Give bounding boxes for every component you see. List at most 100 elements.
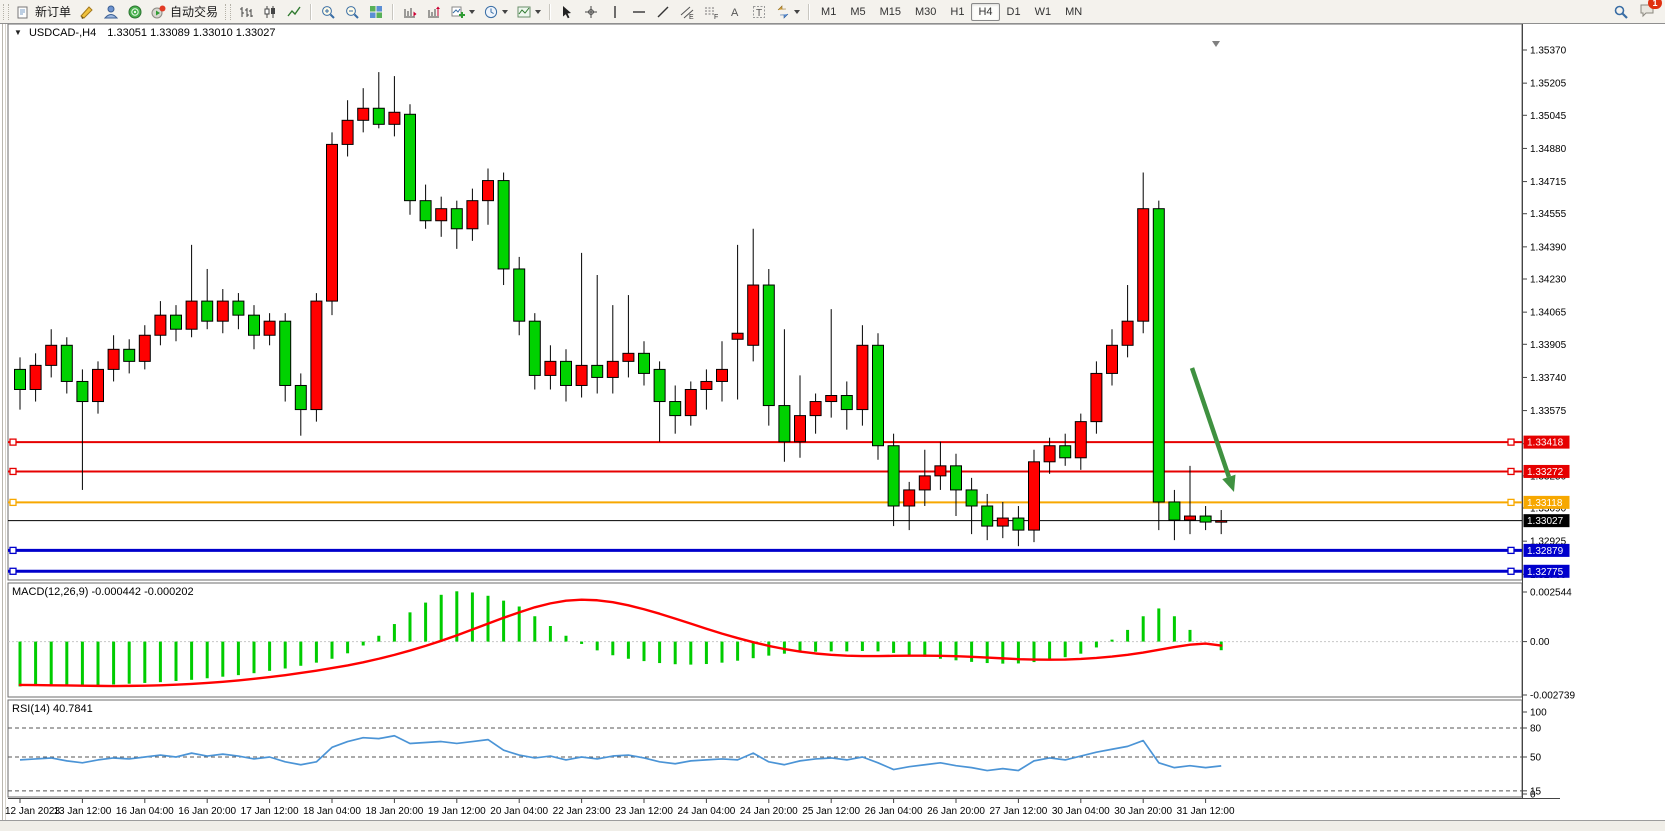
svg-text:1.34230: 1.34230 xyxy=(1530,275,1567,286)
timeframe-m1[interactable]: M1 xyxy=(814,3,843,21)
trendline-button[interactable] xyxy=(651,2,675,22)
status-bar xyxy=(0,820,1665,831)
svg-text:0.002544: 0.002544 xyxy=(1530,587,1572,598)
candle-body xyxy=(46,345,57,365)
auto-scroll-button[interactable] xyxy=(398,2,422,22)
tile-windows-button[interactable] xyxy=(364,2,388,22)
hline-handle[interactable] xyxy=(1508,468,1514,474)
arrows-caret[interactable] xyxy=(794,10,800,14)
search-icon[interactable] xyxy=(1613,4,1629,20)
equidistant-channel-button[interactable]: E xyxy=(675,2,699,22)
candle-body xyxy=(233,301,244,315)
svg-text:16 Jan 20:00: 16 Jan 20:00 xyxy=(178,806,236,817)
candle-body xyxy=(561,361,572,385)
timeframe-h4[interactable]: H4 xyxy=(971,3,999,21)
text-button[interactable]: A xyxy=(723,2,747,22)
candle-body xyxy=(888,446,899,506)
tile-windows-icon xyxy=(368,4,384,20)
svg-text:1.33027: 1.33027 xyxy=(1527,516,1564,527)
svg-text:26 Jan 20:00: 26 Jan 20:00 xyxy=(927,806,985,817)
indicators-caret[interactable] xyxy=(469,10,475,14)
candle-body xyxy=(311,301,322,409)
vertical-line-button[interactable] xyxy=(603,2,627,22)
main-toolbar: 新订单 自动交易 xyxy=(0,0,1665,24)
svg-text:22 Jan 23:00: 22 Jan 23:00 xyxy=(553,806,611,817)
crosshair-button[interactable] xyxy=(579,2,603,22)
fibonacci-button[interactable]: F xyxy=(699,2,723,22)
line-chart-button[interactable] xyxy=(282,2,306,22)
market-watch-button[interactable] xyxy=(123,2,147,22)
rsi-indicator-label: RSI(14) 40.7841 xyxy=(12,703,93,715)
toolbar-grip[interactable] xyxy=(225,4,231,20)
chart-shift-button[interactable] xyxy=(422,2,446,22)
svg-text:0.00: 0.00 xyxy=(1530,637,1550,648)
hline-handle[interactable] xyxy=(1508,568,1514,574)
candle-body xyxy=(436,209,447,221)
candle-body xyxy=(1138,209,1149,321)
periods-caret[interactable] xyxy=(502,10,508,14)
chart-canvas: 1.353701.352051.350451.348801.347151.345… xyxy=(0,0,1665,831)
candle-body xyxy=(30,365,41,389)
svg-text:18 Jan 20:00: 18 Jan 20:00 xyxy=(365,806,423,817)
autotrading-button[interactable]: 自动交易 xyxy=(147,2,222,22)
styler-button[interactable] xyxy=(75,2,99,22)
chart-dropdown-icon[interactable]: ▼ xyxy=(14,28,22,37)
templates-caret[interactable] xyxy=(535,10,541,14)
timeframe-d1[interactable]: D1 xyxy=(1000,3,1028,21)
templates-icon xyxy=(516,4,532,20)
hline-handle[interactable] xyxy=(10,547,16,553)
line-chart-icon xyxy=(286,4,302,20)
profile-button[interactable] xyxy=(99,2,123,22)
indicators-button[interactable] xyxy=(446,2,479,22)
svg-text:1.34065: 1.34065 xyxy=(1530,308,1567,319)
hline-handle[interactable] xyxy=(10,499,16,505)
candle-body xyxy=(795,416,806,442)
notifications-button[interactable]: 1 xyxy=(1639,2,1655,21)
candle-body xyxy=(576,365,587,385)
signal-icon xyxy=(127,4,143,20)
candle-body xyxy=(873,345,884,445)
bar-chart-button[interactable] xyxy=(234,2,258,22)
timeframe-mn[interactable]: MN xyxy=(1058,3,1089,21)
templates-button[interactable] xyxy=(512,2,545,22)
hline-handle[interactable] xyxy=(1508,439,1514,445)
cursor-button[interactable] xyxy=(555,2,579,22)
arrows-button[interactable] xyxy=(771,2,804,22)
hline-handle[interactable] xyxy=(10,468,16,474)
horizontal-line-button[interactable] xyxy=(627,2,651,22)
timeframe-m15[interactable]: M15 xyxy=(873,3,908,21)
candle-body xyxy=(124,349,135,361)
timeframe-m30[interactable]: M30 xyxy=(908,3,943,21)
svg-text:20 Jan 04:00: 20 Jan 04:00 xyxy=(490,806,548,817)
candle-body xyxy=(295,385,306,409)
periods-button[interactable] xyxy=(479,2,512,22)
new-order-button[interactable]: 新订单 xyxy=(12,2,75,22)
zoom-in-button[interactable] xyxy=(316,2,340,22)
zoom-out-button[interactable] xyxy=(340,2,364,22)
macd-indicator-label: MACD(12,26,9) -0.000442 -0.000202 xyxy=(12,586,194,598)
macd-axis: 0.0025440.00-0.002739 xyxy=(1522,587,1575,701)
hline-handle[interactable] xyxy=(1508,547,1514,553)
arrows-icon xyxy=(775,4,791,20)
svg-text:1.33418: 1.33418 xyxy=(1527,438,1564,449)
hline-handle[interactable] xyxy=(1508,499,1514,505)
candle-body xyxy=(358,108,369,120)
candle-body xyxy=(919,476,930,490)
text-label-button[interactable]: T xyxy=(747,2,771,22)
svg-text:13 Jan 12:00: 13 Jan 12:00 xyxy=(53,806,111,817)
svg-text:1.35370: 1.35370 xyxy=(1530,46,1567,57)
channel-icon: E xyxy=(679,4,695,20)
timeframe-w1[interactable]: W1 xyxy=(1028,3,1059,21)
candle-body xyxy=(701,381,712,389)
timeframe-m5[interactable]: M5 xyxy=(843,3,872,21)
hline-handle[interactable] xyxy=(10,439,16,445)
candle-body xyxy=(77,381,88,401)
bar-chart-icon xyxy=(238,4,254,20)
toolbar-grip[interactable] xyxy=(3,4,9,20)
mt4-window: 1.353701.352051.350451.348801.347151.345… xyxy=(0,0,1665,831)
candle-body xyxy=(826,396,837,402)
hline-handle[interactable] xyxy=(10,568,16,574)
timeframe-h1[interactable]: H1 xyxy=(943,3,971,21)
candlestick-button[interactable] xyxy=(258,2,282,22)
profile-icon xyxy=(103,4,119,20)
